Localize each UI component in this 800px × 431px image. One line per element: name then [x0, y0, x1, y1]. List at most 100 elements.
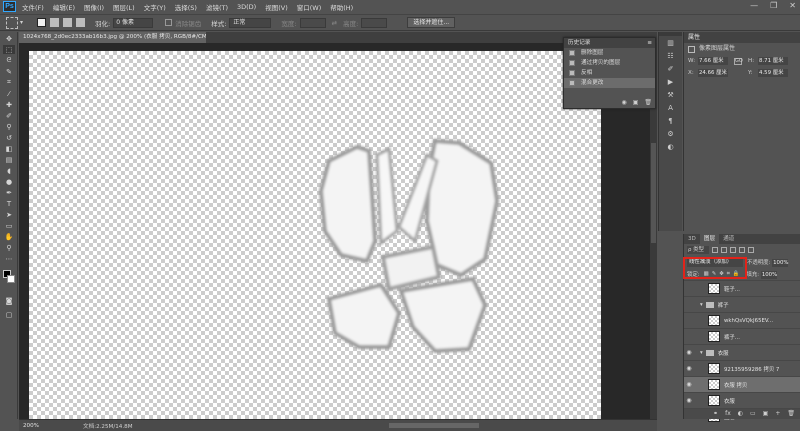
- background-color-swatch[interactable]: [7, 275, 15, 283]
- zoom-tool-icon[interactable]: ⚲: [3, 243, 15, 252]
- clone-stamp-tool-icon[interactable]: ⚲: [3, 122, 15, 131]
- history-item[interactable]: 通过拷贝的图层: [564, 58, 655, 68]
- layer-name[interactable]: wkhQsVQkJ65EV...: [724, 318, 773, 324]
- clone-source-icon[interactable]: ⚙: [664, 130, 678, 140]
- dodge-tool-icon[interactable]: ●: [3, 177, 15, 186]
- group-icon[interactable]: ▣: [763, 409, 769, 419]
- minimize-icon[interactable]: —: [750, 1, 758, 10]
- document-tab[interactable]: 1024x768_2d0ec2333ab16b3.jpg @ 200% (衣服 …: [19, 32, 206, 43]
- quick-mask-icon[interactable]: ◙: [3, 296, 15, 305]
- layer-row[interactable]: 裤子...: [684, 328, 800, 344]
- swap-icon[interactable]: ⇄: [332, 19, 337, 27]
- move-tool-icon[interactable]: ✥: [3, 34, 15, 43]
- lasso-tool-icon[interactable]: ᘓ: [3, 56, 15, 65]
- type-filter-icon[interactable]: [730, 247, 736, 253]
- new-selection-icon[interactable]: [37, 18, 47, 27]
- horizontal-scrollbar[interactable]: [389, 423, 479, 428]
- character-panel-icon[interactable]: A: [664, 104, 678, 114]
- pen-tool-icon[interactable]: ✒: [3, 188, 15, 197]
- mask-icon[interactable]: ◐: [738, 409, 743, 419]
- tab-layers[interactable]: 图层: [699, 234, 720, 244]
- camera-icon[interactable]: ▣: [633, 99, 639, 106]
- visibility-eye-icon[interactable]: ◉: [684, 381, 694, 388]
- layer-name[interactable]: 衣服: [718, 349, 729, 357]
- y-field[interactable]: 4.59 厘米: [758, 69, 788, 77]
- fx-icon[interactable]: fx: [725, 409, 731, 419]
- layer-name[interactable]: 裤子: [718, 301, 729, 309]
- shape-filter-icon[interactable]: [739, 247, 745, 253]
- layer-filter-select[interactable]: ρ 类型: [687, 246, 709, 254]
- brush-panel-icon[interactable]: ✐: [664, 65, 678, 75]
- adjustment-filter-icon[interactable]: [721, 247, 727, 253]
- visibility-eye-icon[interactable]: ◉: [684, 397, 694, 404]
- snapshot-icon[interactable]: ◉: [621, 99, 626, 106]
- menu-3d[interactable]: 3D(D): [237, 3, 256, 11]
- eyedropper-tool-icon[interactable]: ⁄: [3, 89, 15, 98]
- menu-file[interactable]: 文件(F): [22, 2, 44, 12]
- menu-select[interactable]: 选择(S): [175, 2, 197, 12]
- smart-filter-icon[interactable]: [748, 247, 754, 253]
- layer-group-row[interactable]: ◉ ▾ 衣服: [684, 344, 800, 360]
- canvas-area[interactable]: [19, 43, 657, 419]
- add-selection-icon[interactable]: [50, 18, 60, 27]
- feather-input[interactable]: 0 像素: [113, 17, 154, 28]
- history-item[interactable]: 删除图层: [564, 48, 655, 58]
- select-and-mask-button[interactable]: 选择并遮住...: [407, 17, 456, 28]
- crop-tool-icon[interactable]: ⌗: [3, 78, 15, 87]
- fill-input[interactable]: 100%: [760, 270, 777, 279]
- path-select-tool-icon[interactable]: ➤: [3, 210, 15, 219]
- more-tools-icon[interactable]: ⋯: [3, 254, 15, 263]
- menu-type[interactable]: 文字(Y): [144, 2, 166, 12]
- close-icon[interactable]: ✕: [789, 1, 796, 10]
- intersect-selection-icon[interactable]: [76, 18, 86, 27]
- panel-menu-icon[interactable]: ≡: [647, 38, 652, 48]
- link-layers-icon[interactable]: ⚭: [713, 409, 718, 419]
- tool-presets-icon[interactable]: ⚒: [664, 91, 678, 101]
- width-input[interactable]: [299, 17, 326, 28]
- actions-panel-icon[interactable]: ▶: [664, 78, 678, 88]
- document-info[interactable]: 文档:2.25M/14.8M: [83, 422, 133, 430]
- marquee-tool-preset-icon[interactable]: [6, 16, 18, 29]
- subtract-selection-icon[interactable]: [63, 18, 73, 27]
- gradient-tool-icon[interactable]: ▤: [3, 155, 15, 164]
- menu-view[interactable]: 视图(V): [265, 2, 288, 12]
- paragraph-panel-icon[interactable]: ¶: [664, 117, 678, 127]
- blur-tool-icon[interactable]: ◖: [3, 166, 15, 175]
- height-input[interactable]: [361, 17, 388, 28]
- menu-edit[interactable]: 编辑(E): [53, 2, 75, 12]
- quick-select-tool-icon[interactable]: ✎: [3, 67, 15, 76]
- rect-marquee-tool-icon[interactable]: ⬚: [3, 45, 15, 54]
- pixel-filter-icon[interactable]: [712, 247, 718, 253]
- history-brush-tool-icon[interactable]: ↺: [3, 133, 15, 142]
- scrollbar-thumb[interactable]: [651, 143, 656, 243]
- layer-row[interactable]: wkhQsVQkJ65EV...: [684, 312, 800, 328]
- eraser-tool-icon[interactable]: ◧: [3, 144, 15, 153]
- menu-filter[interactable]: 滤镜(T): [206, 2, 228, 12]
- menu-help[interactable]: 帮助(H): [330, 2, 353, 12]
- hand-tool-icon[interactable]: ✋: [3, 232, 15, 241]
- layer-row[interactable]: ◉ 衣服 拷贝: [684, 376, 800, 392]
- shape-tool-icon[interactable]: ▭: [3, 221, 15, 230]
- layer-name[interactable]: 92135959286 拷贝 7: [724, 365, 779, 373]
- brush-tool-icon[interactable]: ✐: [3, 111, 15, 120]
- healing-brush-tool-icon[interactable]: ✚: [3, 100, 15, 109]
- history-item[interactable]: 混合更改: [564, 78, 655, 88]
- screen-mode-icon[interactable]: ▢: [3, 310, 15, 319]
- layer-name[interactable]: 衣服 拷贝: [724, 381, 747, 389]
- layer-group-row[interactable]: ▾ 裤子: [684, 296, 800, 312]
- menu-window[interactable]: 窗口(W): [297, 2, 322, 12]
- type-tool-icon[interactable]: T: [3, 199, 15, 208]
- layer-row[interactable]: 鞋子...: [684, 280, 800, 296]
- group-expand-icon[interactable]: ▾: [700, 302, 703, 308]
- zoom-level[interactable]: 200%: [19, 423, 43, 429]
- trash-icon[interactable]: 🗑: [644, 99, 652, 106]
- adjustments-panel-icon[interactable]: ◐: [664, 143, 678, 153]
- link-icon[interactable]: GO: [734, 57, 743, 65]
- tab-channels[interactable]: 通道: [719, 234, 738, 244]
- opacity-input[interactable]: 100%: [772, 258, 789, 267]
- panel-grip[interactable]: [659, 32, 682, 36]
- visibility-eye-icon[interactable]: ◉: [684, 349, 694, 356]
- x-field[interactable]: 24.66 厘米: [698, 69, 728, 77]
- group-expand-icon[interactable]: ▾: [700, 350, 703, 356]
- transparent-canvas[interactable]: [29, 51, 601, 419]
